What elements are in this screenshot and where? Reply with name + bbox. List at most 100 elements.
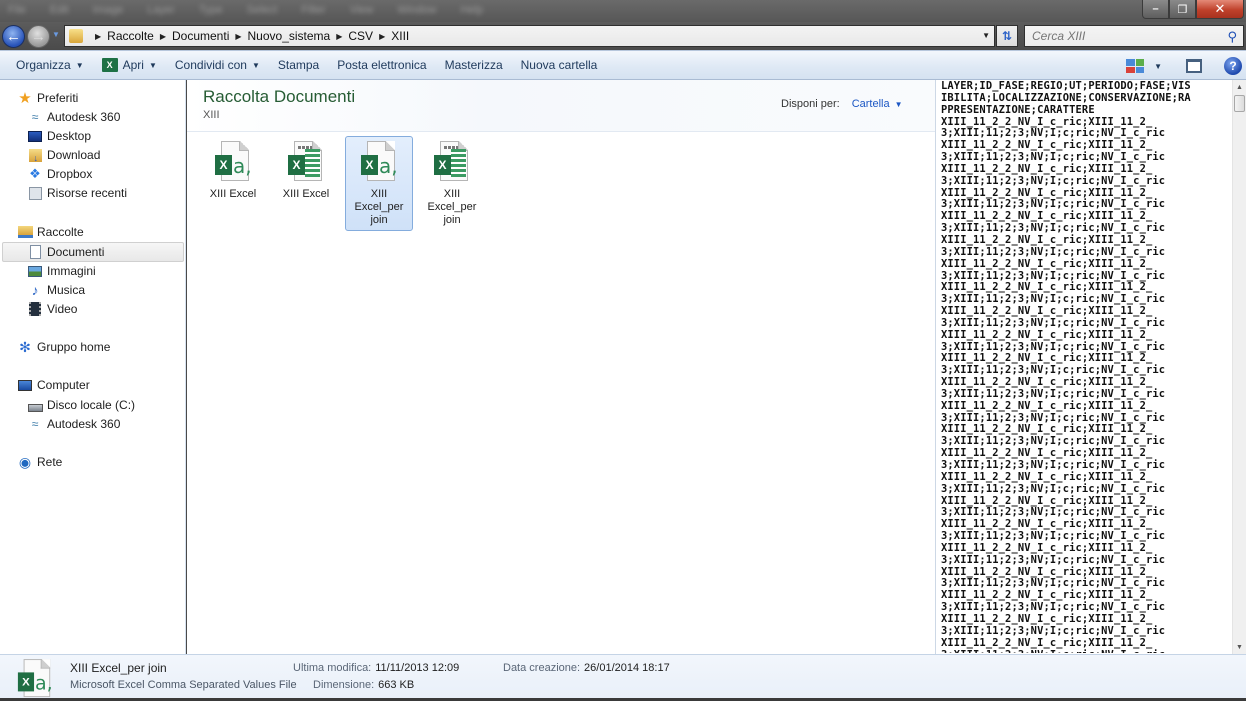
breadcrumb-separator-icon[interactable]: ▶ <box>379 32 385 41</box>
print-button[interactable]: Stampa <box>269 53 328 77</box>
address-dropdown-icon[interactable]: ▼ <box>982 31 990 40</box>
blurred-menu-item: Window <box>397 4 437 16</box>
organize-label: Organizza <box>16 58 71 72</box>
file-name: XIII Excel_per join <box>427 188 477 226</box>
sidebar-group-computer[interactable]: Computer <box>17 377 90 393</box>
new-folder-label: Nuova cartella <box>520 58 598 72</box>
search-icon[interactable]: ⚲ <box>1227 29 1237 45</box>
change-view-button[interactable] <box>1126 59 1148 73</box>
selected-file-icon: Xa, <box>17 659 53 701</box>
sidebar-item-video[interactable]: Video <box>27 300 77 318</box>
preview-pane: LAYER;ID_FASE;REGIO;UT;PERIODO;FASE;VIS … <box>935 80 1246 654</box>
modified-label: Ultima modifica: <box>293 662 372 674</box>
library-subtitle: XIII <box>203 109 220 121</box>
details-file-type: Microsoft Excel Comma Separated Values F… <box>70 679 297 691</box>
details-modified: Ultima modifica: 11/11/2013 12:09 <box>293 662 459 674</box>
sidebar-group-homegroup[interactable]: ✻ Gruppo home <box>17 339 110 355</box>
network-icon: ◉ <box>18 453 32 470</box>
breadcrumb-separator-icon[interactable]: ▶ <box>336 32 342 41</box>
file-item[interactable]: X XIII Excel_per join <box>418 136 486 231</box>
burn-button[interactable]: Masterizza <box>436 53 512 77</box>
scrollbar-thumb[interactable] <box>1234 95 1245 112</box>
created-label: Data creazione: <box>503 662 581 674</box>
view-dropdown-icon[interactable]: ▼ <box>1154 62 1162 71</box>
breadcrumb-item[interactable]: XIII <box>391 29 409 43</box>
chevron-down-icon[interactable]: ▼ <box>895 100 903 109</box>
chevron-down-icon: ▼ <box>251 60 260 70</box>
pictures-icon <box>27 263 43 279</box>
breadcrumb-item[interactable]: CSV <box>348 29 373 43</box>
search-input[interactable] <box>1032 29 1212 43</box>
search-box[interactable]: ⚲ <box>1024 25 1244 47</box>
organize-button[interactable]: Organizza ▼ <box>7 53 93 77</box>
sidebar-item-label: Risorse recenti <box>47 186 128 200</box>
download-folder-icon: ↓ <box>27 147 43 163</box>
file-item[interactable]: X XIII Excel <box>272 136 340 231</box>
email-button[interactable]: Posta elettronica <box>328 53 435 77</box>
refresh-icon: ⇅ <box>1001 29 1013 43</box>
excel-icon: X <box>101 58 118 72</box>
sidebar-group-network[interactable]: ◉ Rete <box>17 454 62 470</box>
cloud-icon: ≈ <box>31 110 39 124</box>
breadcrumb-separator-icon[interactable]: ▶ <box>160 32 166 41</box>
close-icon: ✕ <box>1214 1 1226 16</box>
sidebar-item-pictures[interactable]: Immagini <box>27 262 96 280</box>
blurred-menu-item: Layer <box>147 4 175 16</box>
back-button[interactable]: ← <box>2 25 25 48</box>
blurred-menu-item: Type <box>198 4 223 16</box>
forward-button[interactable]: → <box>27 25 50 48</box>
sidebar-item-label: Video <box>47 302 78 316</box>
sidebar-group-label: Rete <box>37 455 63 469</box>
created-value[interactable]: 26/01/2014 18:17 <box>584 662 670 674</box>
recent-pages-dropdown[interactable]: ▼ <box>52 30 60 39</box>
sidebar-item-label: Documenti <box>47 245 105 259</box>
refresh-button[interactable]: ⇅ <box>996 25 1018 47</box>
sidebar-item-autodesk-360[interactable]: ≈ Autodesk 360 <box>27 415 121 433</box>
sidebar-item-autodesk-360[interactable]: ≈ Autodesk 360 <box>27 108 121 126</box>
sidebar-item-desktop[interactable]: Desktop <box>27 127 91 145</box>
sidebar-item-download[interactable]: ↓ Download <box>27 146 100 164</box>
address-bar[interactable]: ▶ Raccolte ▶ Documenti ▶ Nuovo_sistema ▶… <box>64 25 995 47</box>
file-item[interactable]: Xa, XIII Excel <box>199 136 267 231</box>
share-label: Condividi con <box>174 58 247 72</box>
breadcrumb: ▶ Raccolte ▶ Documenti ▶ Nuovo_sistema ▶… <box>89 29 409 43</box>
library-header: Raccolta Documenti XIII Disponi per: Car… <box>187 80 935 132</box>
scroll-down-icon[interactable]: ▼ <box>1233 640 1246 654</box>
details-created[interactable]: Data creazione: 26/01/2014 18:17 <box>503 662 670 674</box>
share-button[interactable]: Condividi con ▼ <box>166 53 269 77</box>
breadcrumb-separator-icon[interactable]: ▶ <box>95 32 101 41</box>
sidebar-group-favorites[interactable]: ★ Preferiti <box>17 90 78 107</box>
preview-pane-icon[interactable] <box>1186 59 1202 73</box>
sidebar-item-label: Musica <box>47 283 86 297</box>
help-icon[interactable]: ? <box>1224 57 1242 75</box>
star-icon: ★ <box>18 90 32 107</box>
sidebar-item-dropbox[interactable]: ❖ Dropbox <box>27 165 92 183</box>
sidebar-item-documents[interactable]: Documenti <box>27 243 104 261</box>
minimize-button[interactable]: – <box>1142 0 1169 19</box>
close-button[interactable]: ✕ <box>1196 0 1244 19</box>
sidebar-item-label: Autodesk 360 <box>47 110 121 124</box>
arrange-by-dropdown[interactable]: Cartella <box>852 98 890 110</box>
scroll-up-icon[interactable]: ▲ <box>1233 80 1246 94</box>
breadcrumb-separator-icon[interactable]: ▶ <box>235 32 241 41</box>
restore-button[interactable]: ❐ <box>1169 0 1196 19</box>
sidebar-item-label: Autodesk 360 <box>47 417 121 431</box>
preview-scrollbar[interactable]: ▲ ▼ <box>1232 80 1246 654</box>
documents-icon <box>27 244 43 260</box>
blurred-menu-item: Edit <box>49 4 69 16</box>
cloud-icon: ≈ <box>31 417 39 431</box>
open-button[interactable]: X Apri ▼ <box>93 53 166 77</box>
print-label: Stampa <box>277 58 320 72</box>
breadcrumb-item[interactable]: Documenti <box>172 29 229 43</box>
sidebar-group-libraries[interactable]: Raccolte <box>17 224 84 240</box>
breadcrumb-item[interactable]: Nuovo_sistema <box>248 29 331 43</box>
new-folder-button[interactable]: Nuova cartella <box>512 53 607 77</box>
computer-icon <box>17 377 33 393</box>
file-item-selected[interactable]: Xa, XIII Excel_per join <box>345 136 413 231</box>
video-icon <box>27 301 43 317</box>
breadcrumb-item[interactable]: Raccolte <box>107 29 154 43</box>
sidebar-item-local-disk[interactable]: Disco locale (C:) <box>27 396 135 414</box>
excel-workbook-icon: X <box>288 141 324 185</box>
sidebar-item-recent-places[interactable]: Risorse recenti <box>27 184 127 202</box>
sidebar-item-music[interactable]: ♪ Musica <box>27 281 86 299</box>
